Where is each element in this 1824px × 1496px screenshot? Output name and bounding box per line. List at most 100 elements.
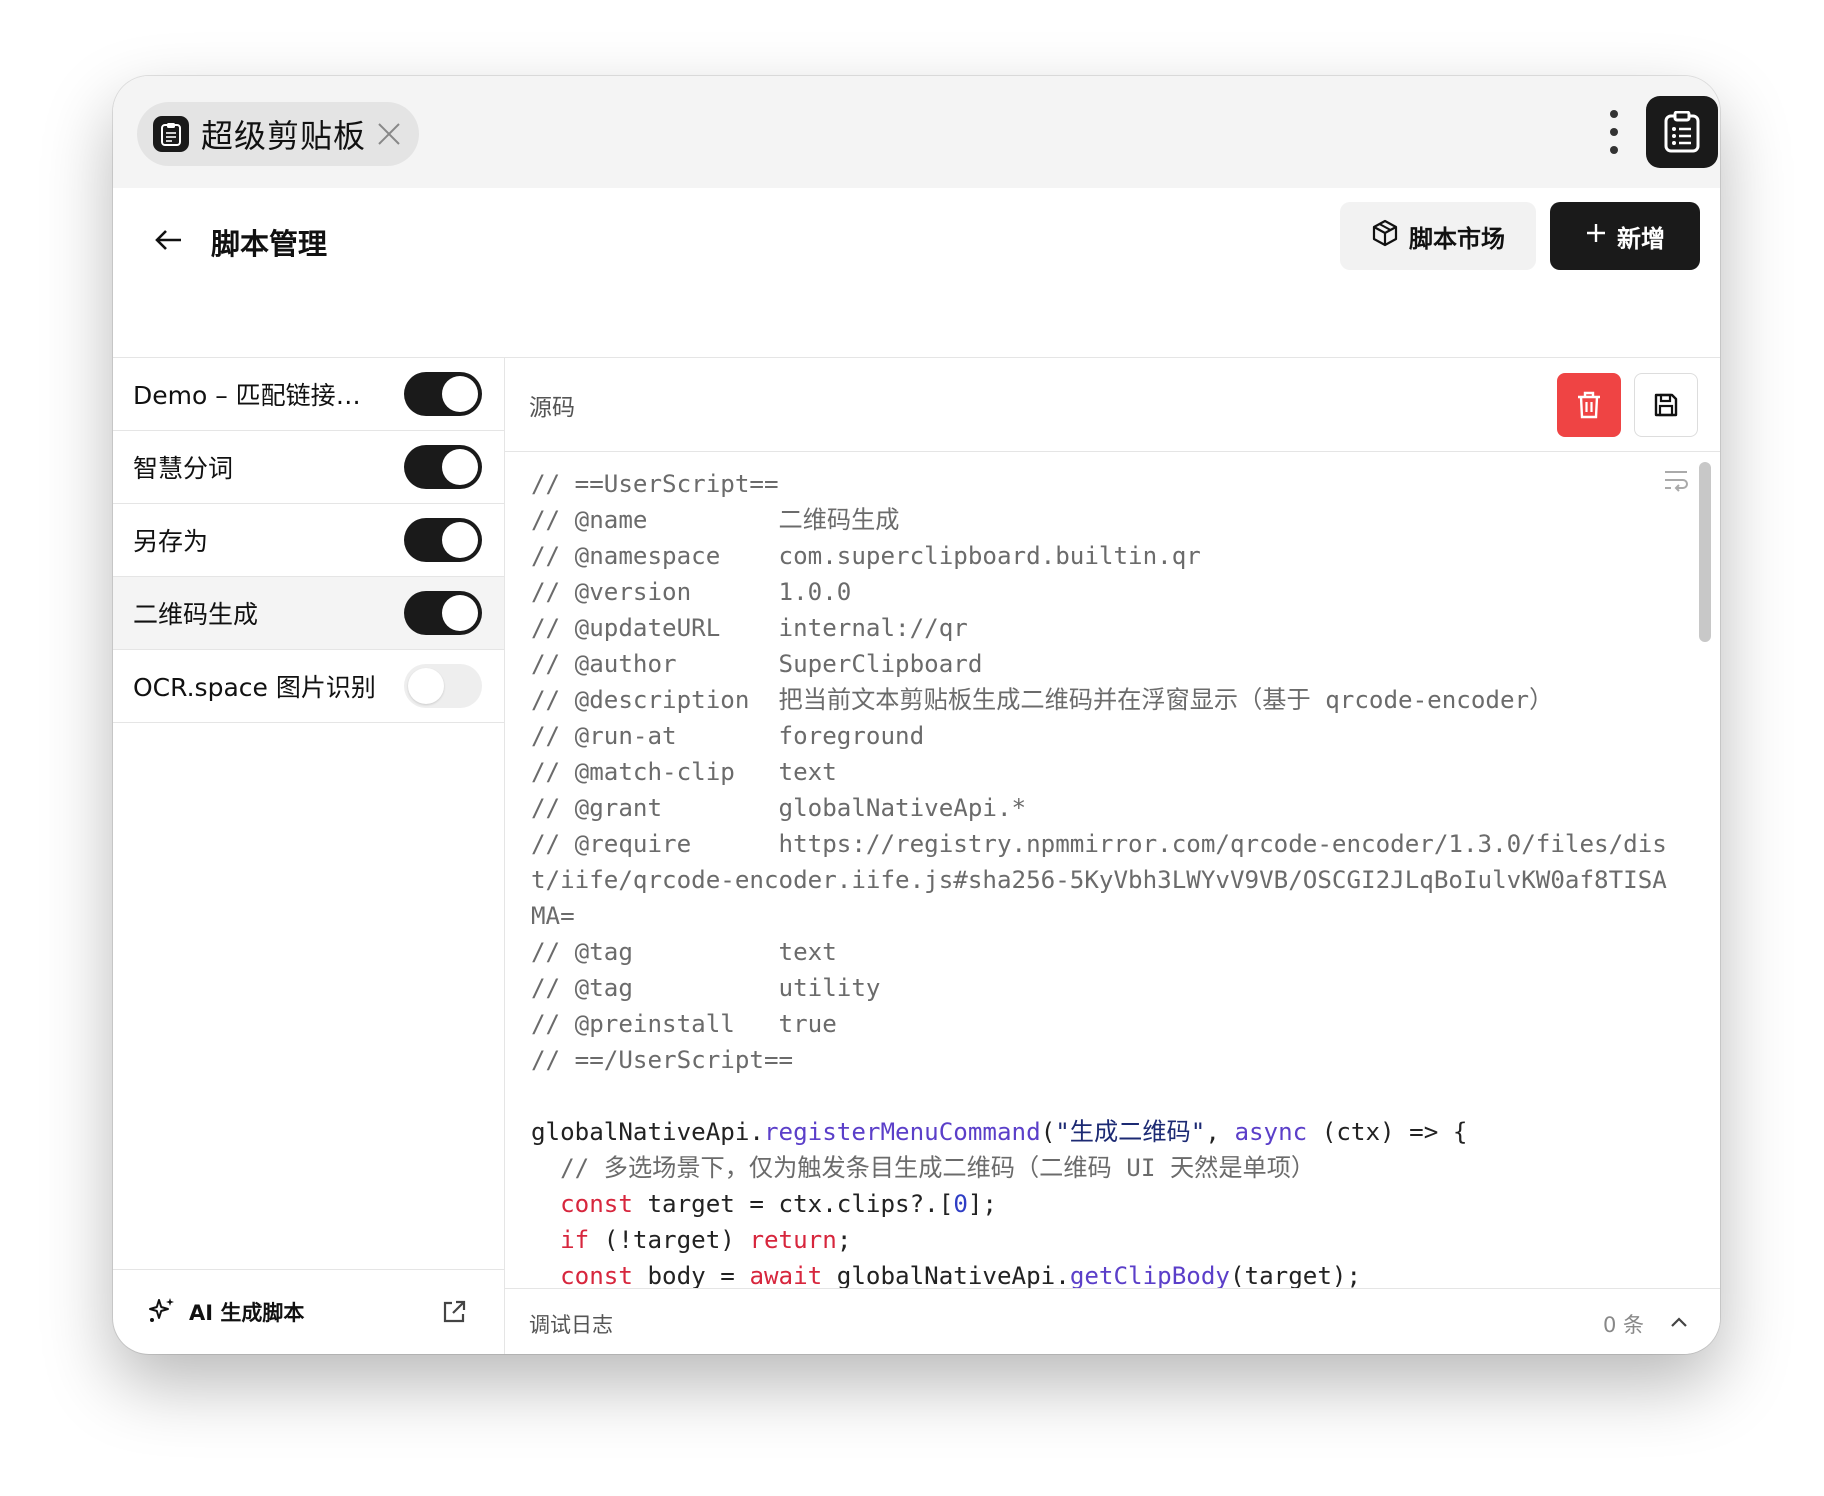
script-list-sidebar: Demo – 匹配链接与… 智慧分词 另存为 二维码生成 OCR.space 图片识别 … (113, 358, 505, 1354)
code-line: MA= (531, 898, 1671, 934)
script-item[interactable]: OCR.space 图片识别 (113, 650, 504, 723)
code-token: "生成二维码" (1055, 1118, 1206, 1146)
script-enabled-toggle[interactable] (404, 445, 482, 489)
code-line: // ==UserScript== (531, 466, 1671, 502)
script-enabled-toggle[interactable] (404, 372, 482, 416)
package-icon (1371, 219, 1399, 253)
sparkles-icon (147, 1295, 177, 1330)
code-token: // 多选场景下，仅为触发条目生成二维码（二维码 UI 天然是单项） (531, 1154, 1316, 1182)
script-item-name: 另存为 (133, 527, 209, 556)
plus-icon (1585, 222, 1607, 250)
code-line: // @name 二维码生成 (531, 502, 1671, 538)
script-item-name: Demo – 匹配链接与… (133, 381, 383, 410)
code-line: const target = ctx.clips?.[0]; (531, 1186, 1671, 1222)
app-tab-title: 超级剪贴板 (201, 117, 367, 155)
code-line: // @description 把当前文本剪贴板生成二维码并在浮窗显示（基于 q… (531, 682, 1671, 718)
code-token: // @run-at foreground (531, 722, 925, 750)
editor-scrollbar[interactable] (1699, 462, 1711, 642)
close-icon[interactable] (373, 118, 405, 150)
arrow-left-icon[interactable] (151, 222, 187, 258)
code-line: // @tag utility (531, 970, 1671, 1006)
code-token: // @preinstall true (531, 1010, 837, 1038)
code-token: registerMenuCommand (764, 1118, 1041, 1146)
code-token: // @grant globalNativeApi.* (531, 794, 1027, 822)
save-script-button[interactable] (1634, 373, 1698, 437)
script-market-label: 脚本市场 (1409, 224, 1505, 253)
code-token: (target); (1230, 1262, 1362, 1288)
code-token: 0 (953, 1190, 968, 1218)
code-token: const (531, 1262, 633, 1288)
code-token: (!target) (589, 1226, 750, 1254)
title-bar: 超级剪贴板 (113, 76, 1720, 188)
code-token: // @updateURL internal://qr (531, 614, 968, 642)
code-token: globalNativeApi. (822, 1262, 1070, 1288)
script-item[interactable]: 智慧分词 (113, 431, 504, 504)
kebab-menu-icon[interactable] (1608, 110, 1620, 154)
script-item-name: 二维码生成 (133, 600, 259, 629)
editor-panel: 源码 // ==UserScript==// @name 二维码生成 // @n… (505, 358, 1720, 1354)
app-window: 超级剪贴板 脚本管理 脚本市场 新增 Demo – 匹配链接与… 智慧分词 另存… (113, 76, 1720, 1354)
trash-icon (1578, 391, 1600, 419)
script-market-button[interactable]: 脚本市场 (1340, 202, 1536, 270)
code-line: t/iife/qrcode-encoder.iife.js#sha256-5Ky… (531, 862, 1671, 898)
script-list: Demo – 匹配链接与… 智慧分词另存为二维码生成 OCR.space 图片识别 (113, 358, 504, 723)
code-line: // @version 1.0.0 (531, 574, 1671, 610)
clipboard-icon (153, 116, 189, 152)
code-line: // 多选场景下，仅为触发条目生成二维码（二维码 UI 天然是单项） (531, 1150, 1671, 1186)
code-token: // ==UserScript== (531, 470, 779, 498)
debug-log-label: 调试日志 (529, 1313, 613, 1337)
word-wrap-icon[interactable] (1662, 468, 1690, 499)
ai-generate-script-label: AI 生成脚本 (189, 1301, 305, 1325)
code-line: const body = await globalNativeApi.getCl… (531, 1258, 1671, 1288)
code-token: MA= (531, 902, 575, 930)
code-content[interactable]: // ==UserScript== // @name 二维码生成 // @names… (531, 466, 1671, 1288)
code-token: target = ctx.clips?.[ (632, 1190, 954, 1218)
script-item[interactable]: 二维码生成 (113, 577, 504, 650)
code-line: // @grant globalNativeApi.* (531, 790, 1671, 826)
code-token: (ctx) => { (1307, 1118, 1468, 1146)
page-header: 脚本管理 脚本市场 新增 (113, 188, 1720, 358)
code-token: // @tag text (531, 938, 837, 966)
external-link-icon[interactable] (440, 1298, 468, 1331)
code-token: if (531, 1226, 590, 1254)
code-line: if (!target) return; (531, 1222, 1671, 1258)
script-enabled-toggle[interactable] (404, 591, 482, 635)
code-line: // @run-at foreground (531, 718, 1671, 754)
code-line: // @require https://registry.npmmirror.c… (531, 826, 1671, 862)
add-script-button[interactable]: 新增 (1550, 202, 1700, 270)
code-token: ]; (967, 1190, 997, 1218)
script-item[interactable]: 另存为 (113, 504, 504, 577)
debug-log-bar[interactable]: 调试日志 0 条 (505, 1288, 1720, 1354)
code-token: // @author SuperClipboard (531, 650, 983, 678)
code-token: getClipBody (1069, 1262, 1230, 1288)
code-token: body = (632, 1262, 750, 1288)
code-token: await (749, 1262, 823, 1288)
code-line: globalNativeApi.registerMenuCommand("生成二… (531, 1114, 1671, 1150)
clipboard-list-button[interactable] (1646, 96, 1718, 168)
code-line: // @namespace com.superclipboard.builtin… (531, 538, 1671, 574)
code-token: // @tag utility (531, 974, 881, 1002)
chevron-up-icon[interactable] (1668, 1311, 1690, 1338)
code-token: return (749, 1226, 837, 1254)
code-line: // @author SuperClipboard (531, 646, 1671, 682)
code-token: t/iife/qrcode-encoder.iife.js#sha256-5Ky… (531, 866, 1667, 894)
code-token: // @require https://registry.npmmirror.c… (531, 830, 1667, 858)
code-editor[interactable]: // ==UserScript== // @name 二维码生成 // @names… (505, 452, 1720, 1288)
editor-header: 源码 (505, 358, 1720, 452)
app-tab[interactable]: 超级剪贴板 (137, 102, 419, 166)
code-line: // @updateURL internal://qr (531, 610, 1671, 646)
script-item-name: OCR.space 图片识别 (133, 673, 376, 702)
source-label: 源码 (529, 395, 575, 421)
script-enabled-toggle[interactable] (404, 664, 482, 708)
delete-script-button[interactable] (1557, 373, 1621, 437)
ai-generate-script-button[interactable]: AI 生成脚本 (113, 1269, 504, 1354)
code-token: , (1205, 1118, 1235, 1146)
script-item[interactable]: Demo – 匹配链接与… (113, 358, 504, 431)
code-line: // ==/UserScript== (531, 1042, 1671, 1078)
code-token: ( (1040, 1118, 1056, 1146)
code-token: // ==/UserScript== (531, 1046, 794, 1074)
code-token: async (1234, 1118, 1308, 1146)
script-enabled-toggle[interactable] (404, 518, 482, 562)
page-title: 脚本管理 (211, 227, 328, 261)
